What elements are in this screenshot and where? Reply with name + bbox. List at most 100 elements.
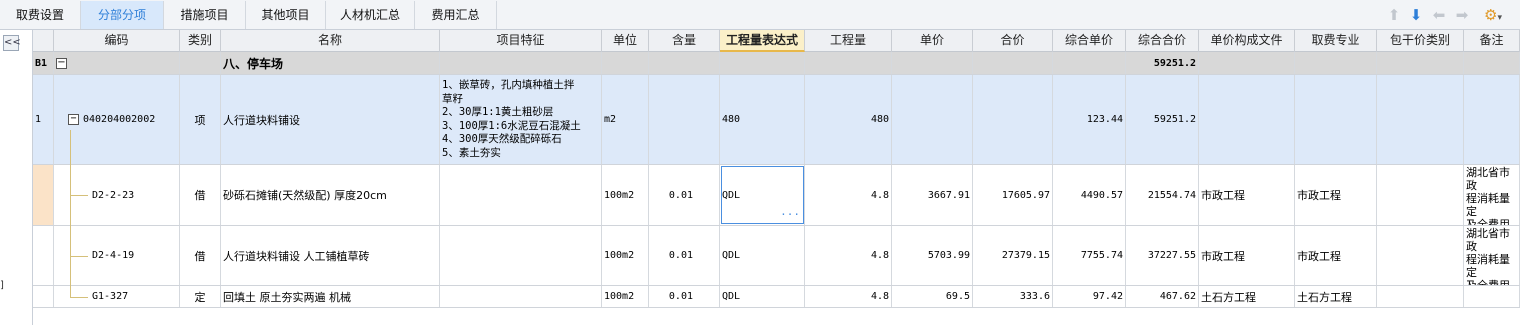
header-comp-total[interactable]: 综合合价 — [1126, 30, 1199, 52]
collapse-panel-button[interactable]: << — [3, 35, 21, 51]
tab-other-items[interactable]: 其他项目 — [246, 1, 326, 29]
header-code[interactable]: 编码 — [54, 30, 180, 52]
header-feature[interactable]: 项目特征 — [440, 30, 602, 52]
edge-mark: ] — [0, 280, 4, 291]
row-number: B1 — [33, 52, 54, 74]
norm-fee-major[interactable]: 市政工程 — [1295, 165, 1377, 225]
table-row-section[interactable]: B1 − 八、停车场 59251.2 — [33, 52, 1520, 75]
item-code: 040204002002 — [83, 114, 156, 125]
norm-total: 27379.15 — [973, 226, 1053, 285]
norm-price-file[interactable]: 土石方工程 — [1199, 286, 1295, 307]
norm-name[interactable]: 砂砾石摊铺(天然级配) 厚度20cm — [221, 165, 440, 225]
header-total-price[interactable]: 合价 — [973, 30, 1053, 52]
item-quantity[interactable]: 480 — [805, 75, 892, 164]
norm-comp-total: 37227.55 — [1126, 226, 1199, 285]
header-quantity[interactable]: 工程量 — [805, 30, 892, 52]
table-row-norm[interactable]: D2-4-19 借 人行道块料铺设 人工铺植草砖 100m2 0.01 QDL … — [33, 226, 1520, 286]
header-unit[interactable]: 单位 — [602, 30, 649, 52]
row-number — [33, 286, 54, 307]
arrow-up-icon[interactable]: ⬆ — [1385, 5, 1403, 25]
grid-header: 编码 类别 名称 项目特征 单位 含量 工程量表达式 工程量 单价 合价 综合单… — [33, 30, 1520, 52]
norm-unit-price: 3667.91 — [892, 165, 973, 225]
tree-connector — [70, 297, 88, 298]
item-code-cell[interactable]: − 040204002002 — [54, 75, 180, 164]
norm-remark[interactable]: 湖北省市政 程消耗量定 及全费用基 表(2018) — [1464, 165, 1520, 225]
header-content[interactable]: 含量 — [649, 30, 720, 52]
norm-name[interactable]: 人行道块料铺设 人工铺植草砖 — [221, 226, 440, 285]
norm-comp-unit-price: 97.42 — [1053, 286, 1126, 307]
section-comp-total: 59251.2 — [1126, 52, 1199, 74]
norm-fee-major[interactable]: 土石方工程 — [1295, 286, 1377, 307]
norm-content[interactable]: 0.01 — [649, 165, 720, 225]
tab-labor-material-summary[interactable]: 人材机汇总 — [326, 1, 415, 29]
collapse-toggle-icon[interactable]: − — [68, 114, 79, 125]
table-row-item[interactable]: 1 − 040204002002 项 人行道块料铺设 1、嵌草砖，孔内填种植土拌… — [33, 75, 1520, 165]
norm-fee-major[interactable]: 市政工程 — [1295, 226, 1377, 285]
tree-connector — [70, 195, 88, 196]
norm-unit-price: 69.5 — [892, 286, 973, 307]
left-side-panel: << ] — [0, 30, 33, 325]
header-name[interactable]: 名称 — [221, 30, 440, 52]
tree-connector — [70, 130, 71, 297]
item-feature[interactable]: 1、嵌草砖，孔内填种植土拌 草籽 2、30厚1:1黄土粗砂层 3、100厚1:6… — [440, 75, 602, 164]
item-expression[interactable]: 480 — [720, 75, 805, 164]
norm-remark[interactable] — [1464, 286, 1520, 307]
norm-name[interactable]: 回填土 原土夯实两遍 机械 — [221, 286, 440, 307]
sub-items-grid: 编码 类别 名称 项目特征 单位 含量 工程量表达式 工程量 单价 合价 综合单… — [33, 30, 1520, 325]
norm-unit[interactable]: 100m2 — [602, 165, 649, 225]
norm-price-file[interactable]: 市政工程 — [1199, 165, 1295, 225]
header-fee-major[interactable]: 取费专业 — [1295, 30, 1377, 52]
item-name[interactable]: 人行道块料铺设 — [221, 75, 440, 164]
norm-type[interactable]: 借 — [180, 226, 221, 285]
norm-total: 333.6 — [973, 286, 1053, 307]
row-number — [33, 165, 54, 225]
tab-sub-items[interactable]: 分部分项 — [81, 1, 164, 29]
norm-type[interactable]: 定 — [180, 286, 221, 307]
collapse-toggle-icon[interactable]: − — [56, 57, 67, 69]
tree-connector — [70, 256, 88, 257]
header-type[interactable]: 类别 — [180, 30, 221, 52]
section-name: 八、停车场 — [221, 52, 440, 74]
settings-dropdown-icon[interactable]: ⚙▾ — [1478, 5, 1508, 25]
item-unit[interactable]: m2 — [602, 75, 649, 164]
norm-expression: QDL — [722, 189, 741, 201]
norm-quantity[interactable]: 4.8 — [805, 286, 892, 307]
arrow-left-icon[interactable]: ⬅ — [1430, 5, 1448, 25]
norm-unit[interactable]: 100m2 — [602, 286, 649, 307]
arrow-right-icon[interactable]: ➡ — [1453, 5, 1471, 25]
tab-measures[interactable]: 措施项目 — [164, 1, 246, 29]
norm-content[interactable]: 0.01 — [649, 286, 720, 307]
norm-total: 17605.97 — [973, 165, 1053, 225]
norm-quantity[interactable]: 4.8 — [805, 165, 892, 225]
header-expression[interactable]: 工程量表达式 — [720, 30, 805, 52]
norm-quantity[interactable]: 4.8 — [805, 226, 892, 285]
norm-unit-price: 5703.99 — [892, 226, 973, 285]
arrow-down-icon[interactable]: ⬇ — [1407, 5, 1425, 25]
header-comp-unit-price[interactable]: 综合单价 — [1053, 30, 1126, 52]
table-row-norm[interactable]: D2-2-23 借 砂砾石摊铺(天然级配) 厚度20cm 100m2 0.01 … — [33, 165, 1520, 226]
norm-expression-input[interactable]: QDL ··· — [720, 165, 805, 225]
norm-unit[interactable]: 100m2 — [602, 226, 649, 285]
tab-fee-summary[interactable]: 费用汇总 — [415, 1, 497, 29]
section-expander-cell: − — [54, 52, 180, 74]
tab-fee-settings[interactable]: 取费设置 — [0, 1, 81, 29]
header-remark[interactable]: 备注 — [1464, 30, 1520, 52]
norm-expression[interactable]: QDL — [720, 286, 805, 307]
norm-price-file[interactable]: 市政工程 — [1199, 226, 1295, 285]
norm-type[interactable]: 借 — [180, 165, 221, 225]
more-options-icon[interactable]: ··· — [780, 208, 800, 221]
norm-comp-unit-price: 4490.57 — [1053, 165, 1126, 225]
norm-remark[interactable]: 湖北省市政 程消耗量定 及全费用基 表(2018) — [1464, 226, 1520, 285]
norm-comp-total: 21554.74 — [1126, 165, 1199, 225]
item-comp-unit-price: 123.44 — [1053, 75, 1126, 164]
item-type[interactable]: 项 — [180, 75, 221, 164]
header-package-type[interactable]: 包干价类别 — [1377, 30, 1464, 52]
header-price-file[interactable]: 单价构成文件 — [1199, 30, 1295, 52]
header-unit-price[interactable]: 单价 — [892, 30, 973, 52]
norm-content[interactable]: 0.01 — [649, 226, 720, 285]
norm-expression[interactable]: QDL — [720, 226, 805, 285]
row-number — [33, 226, 54, 285]
module-tab-bar: 取费设置 分部分项 措施项目 其他项目 人材机汇总 费用汇总 ⬆ ⬇ ⬅ ➡ ⚙… — [0, 0, 1520, 30]
item-comp-total: 59251.2 — [1126, 75, 1199, 164]
table-row-norm[interactable]: G1-327 定 回填土 原土夯实两遍 机械 100m2 0.01 QDL 4.… — [33, 286, 1520, 308]
